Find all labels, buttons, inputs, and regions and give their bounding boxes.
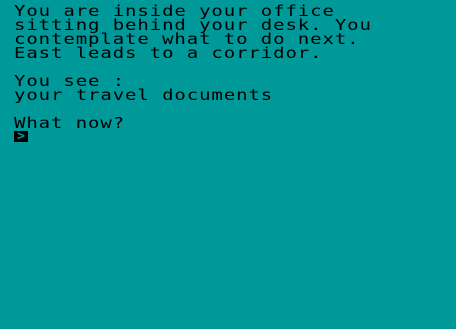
prompt-question: What now? [14, 114, 126, 132]
prompt-cursor-icon: > [17, 129, 25, 144]
game-screen[interactable]: You are inside your office sitting behin… [0, 0, 456, 329]
item-travel-documents: your travel documents [14, 86, 274, 104]
room-description-line: sitting behind your desk. You [14, 16, 372, 34]
items-heading: You see : [14, 72, 126, 90]
room-description-line: You are inside your office [14, 2, 335, 20]
command-input[interactable]: > [14, 129, 28, 144]
room-description-line: contemplate what to do next. [14, 30, 360, 48]
exit-description-line: East leads to a corridor. [14, 44, 323, 62]
